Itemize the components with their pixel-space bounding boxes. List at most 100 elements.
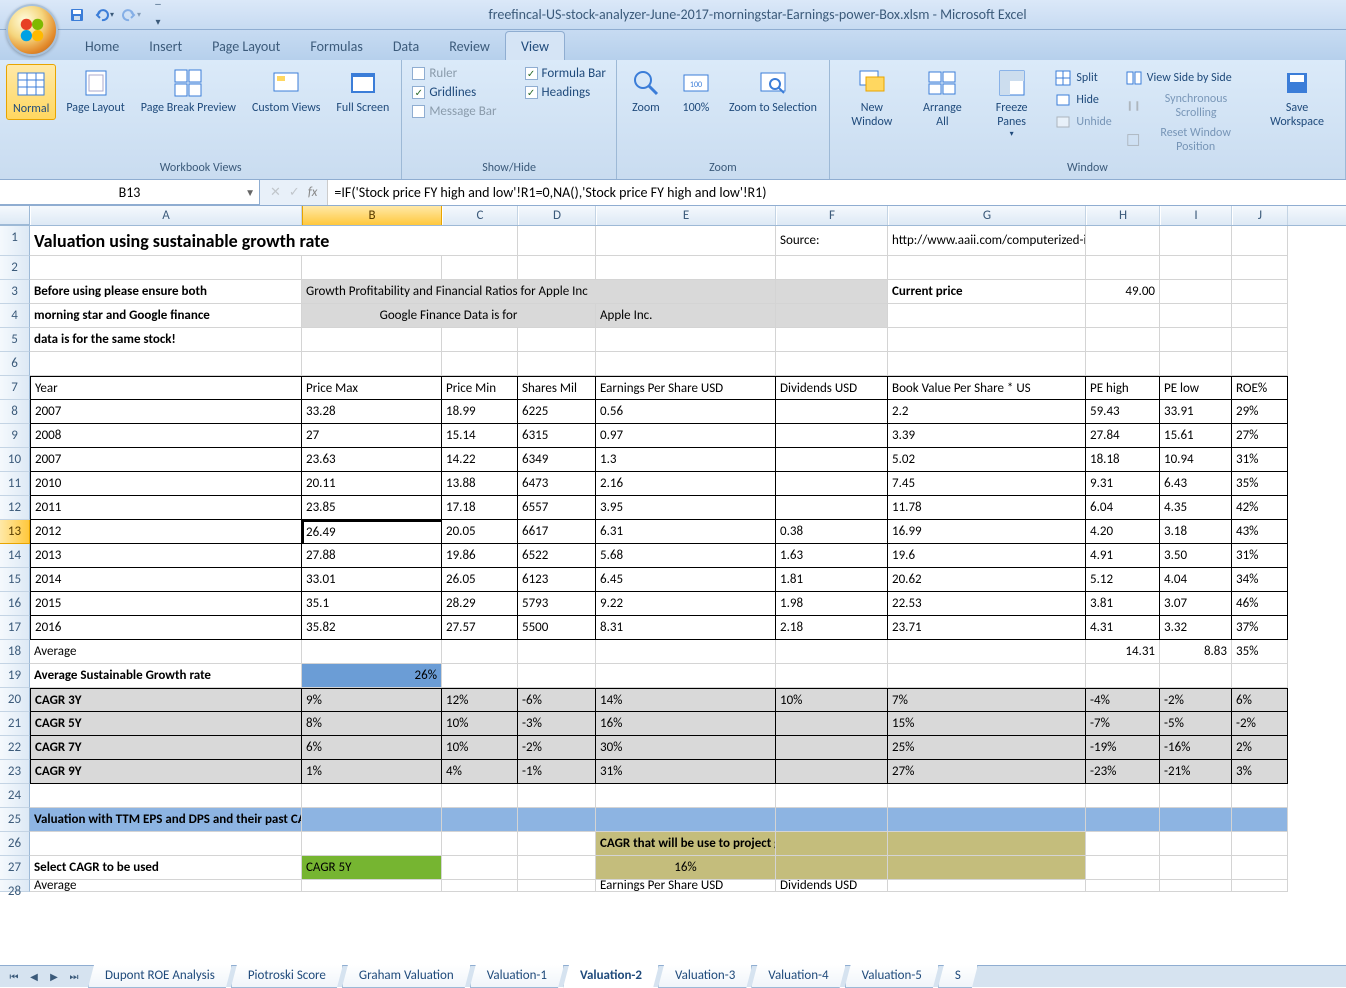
- cell-J23[interactable]: 3%: [1232, 760, 1288, 784]
- hide-button[interactable]: Hide: [1050, 90, 1116, 110]
- cell-I2[interactable]: [1160, 256, 1232, 280]
- cell-D26[interactable]: [518, 832, 596, 856]
- cell-J28[interactable]: [1232, 880, 1288, 892]
- cell-D22[interactable]: -2%: [518, 736, 596, 760]
- cell-J14[interactable]: 31%: [1232, 544, 1288, 568]
- cell-D23[interactable]: -1%: [518, 760, 596, 784]
- cell-D28[interactable]: [518, 880, 596, 892]
- redo-icon[interactable]: ▾: [120, 4, 142, 26]
- cell-I15[interactable]: 4.04: [1160, 568, 1232, 592]
- cell-I14[interactable]: 3.50: [1160, 544, 1232, 568]
- cell-A7[interactable]: Year: [30, 376, 302, 400]
- cell-A25[interactable]: Valuation with TTM EPS and DPS and their…: [30, 808, 302, 832]
- cell-J5[interactable]: [1232, 328, 1288, 352]
- formula-input[interactable]: =IF('Stock price FY high and low'!R1=0,N…: [327, 180, 1346, 205]
- cell-F28[interactable]: Dividends USD: [776, 880, 888, 892]
- cell-D25[interactable]: [518, 808, 596, 832]
- column-header-H[interactable]: H: [1086, 206, 1160, 225]
- cell-G3[interactable]: Current price: [888, 280, 1086, 304]
- cell-I25[interactable]: [1160, 808, 1232, 832]
- cell-C12[interactable]: 17.18: [442, 496, 518, 520]
- cell-J24[interactable]: [1232, 784, 1288, 808]
- cell-C26[interactable]: [442, 832, 518, 856]
- cell-A18[interactable]: Average: [30, 640, 302, 664]
- cell-G2[interactable]: [888, 256, 1086, 280]
- cell-H8[interactable]: 59.43: [1086, 400, 1160, 424]
- cell-E16[interactable]: 9.22: [596, 592, 776, 616]
- cell-B19[interactable]: 26%: [302, 664, 442, 688]
- undo-icon[interactable]: ▾: [93, 4, 115, 26]
- row-header-12[interactable]: 12: [0, 496, 30, 520]
- zoom-selection-button[interactable]: Zoom to Selection: [723, 64, 823, 118]
- cell-E26[interactable]: CAGR that will be use to project growth …: [596, 832, 776, 856]
- row-header-22[interactable]: 22: [0, 736, 30, 760]
- cell-G14[interactable]: 19.6: [888, 544, 1086, 568]
- cell-J18[interactable]: 35%: [1232, 640, 1288, 664]
- cell-F17[interactable]: 2.18: [776, 616, 888, 640]
- cell-E27[interactable]: 16%: [596, 856, 776, 880]
- cell-A16[interactable]: 2015: [30, 592, 302, 616]
- save-icon[interactable]: [66, 4, 88, 26]
- cell-G10[interactable]: 5.02: [888, 448, 1086, 472]
- cell-A17[interactable]: 2016: [30, 616, 302, 640]
- row-header-21[interactable]: 21: [0, 712, 30, 736]
- cell-B17[interactable]: 35.82: [302, 616, 442, 640]
- cell-I8[interactable]: 33.91: [1160, 400, 1232, 424]
- cell-B9[interactable]: 27: [302, 424, 442, 448]
- cell-E17[interactable]: 8.31: [596, 616, 776, 640]
- cell-C19[interactable]: [442, 664, 518, 688]
- cell-G27[interactable]: [888, 856, 1086, 880]
- cell-D13[interactable]: 6617: [518, 520, 596, 544]
- cell-J20[interactable]: 6%: [1232, 688, 1288, 712]
- cell-J15[interactable]: 34%: [1232, 568, 1288, 592]
- cell-G19[interactable]: [888, 664, 1086, 688]
- cell-F24[interactable]: [776, 784, 888, 808]
- cell-A19[interactable]: Average Sustainable Growth rate: [30, 664, 302, 688]
- new-window-button[interactable]: New Window: [836, 64, 908, 132]
- freeze-panes-button[interactable]: Freeze Panes▾: [977, 64, 1047, 142]
- cell-B25[interactable]: [302, 808, 442, 832]
- sheet-tab-valuation-4[interactable]: Valuation-4: [751, 965, 845, 988]
- cell-I26[interactable]: [1160, 832, 1232, 856]
- sheet-tab-valuation-2[interactable]: Valuation-2: [563, 965, 659, 988]
- cell-B23[interactable]: 1%: [302, 760, 442, 784]
- sheet-tab-s[interactable]: S: [938, 965, 978, 988]
- cell-I22[interactable]: -16%: [1160, 736, 1232, 760]
- cell-G6[interactable]: [888, 352, 1086, 376]
- cell-G4[interactable]: [888, 304, 1086, 328]
- row-header-28[interactable]: 28: [0, 880, 30, 892]
- row-header-9[interactable]: 9: [0, 424, 30, 448]
- cell-J11[interactable]: 35%: [1232, 472, 1288, 496]
- cell-F8[interactable]: [776, 400, 888, 424]
- tab-page-layout[interactable]: Page Layout: [197, 32, 295, 60]
- cell-B8[interactable]: 33.28: [302, 400, 442, 424]
- cell-F6[interactable]: [776, 352, 888, 376]
- cell-A15[interactable]: 2014: [30, 568, 302, 592]
- cell-E12[interactable]: 3.95: [596, 496, 776, 520]
- cell-B13[interactable]: 26.49: [302, 520, 442, 544]
- cell-F12[interactable]: [776, 496, 888, 520]
- cell-J3[interactable]: [1232, 280, 1288, 304]
- cell-E24[interactable]: [596, 784, 776, 808]
- cell-F22[interactable]: [776, 736, 888, 760]
- cell-H10[interactable]: 18.18: [1086, 448, 1160, 472]
- zoom-100-button[interactable]: 100100%: [673, 64, 719, 118]
- cell-E14[interactable]: 5.68: [596, 544, 776, 568]
- cell-B4[interactable]: Google Finance Data is for: [302, 304, 596, 328]
- cell-J1[interactable]: [1232, 226, 1288, 256]
- spreadsheet-grid[interactable]: ABCDEFGHIJ 1Valuation using sustainable …: [0, 206, 1346, 965]
- row-header-2[interactable]: 2: [0, 256, 30, 280]
- cell-C22[interactable]: 10%: [442, 736, 518, 760]
- cell-J7[interactable]: ROE%: [1232, 376, 1288, 400]
- cell-A13[interactable]: 2012: [30, 520, 302, 544]
- cell-G15[interactable]: 20.62: [888, 568, 1086, 592]
- last-sheet-icon[interactable]: ⏭: [65, 968, 83, 986]
- cell-I7[interactable]: PE low: [1160, 376, 1232, 400]
- column-header-D[interactable]: D: [518, 206, 596, 225]
- zoom-button[interactable]: Zoom: [623, 64, 669, 118]
- cell-I17[interactable]: 3.32: [1160, 616, 1232, 640]
- cell-G5[interactable]: [888, 328, 1086, 352]
- cell-H9[interactable]: 27.84: [1086, 424, 1160, 448]
- cell-F16[interactable]: 1.98: [776, 592, 888, 616]
- cell-C11[interactable]: 13.88: [442, 472, 518, 496]
